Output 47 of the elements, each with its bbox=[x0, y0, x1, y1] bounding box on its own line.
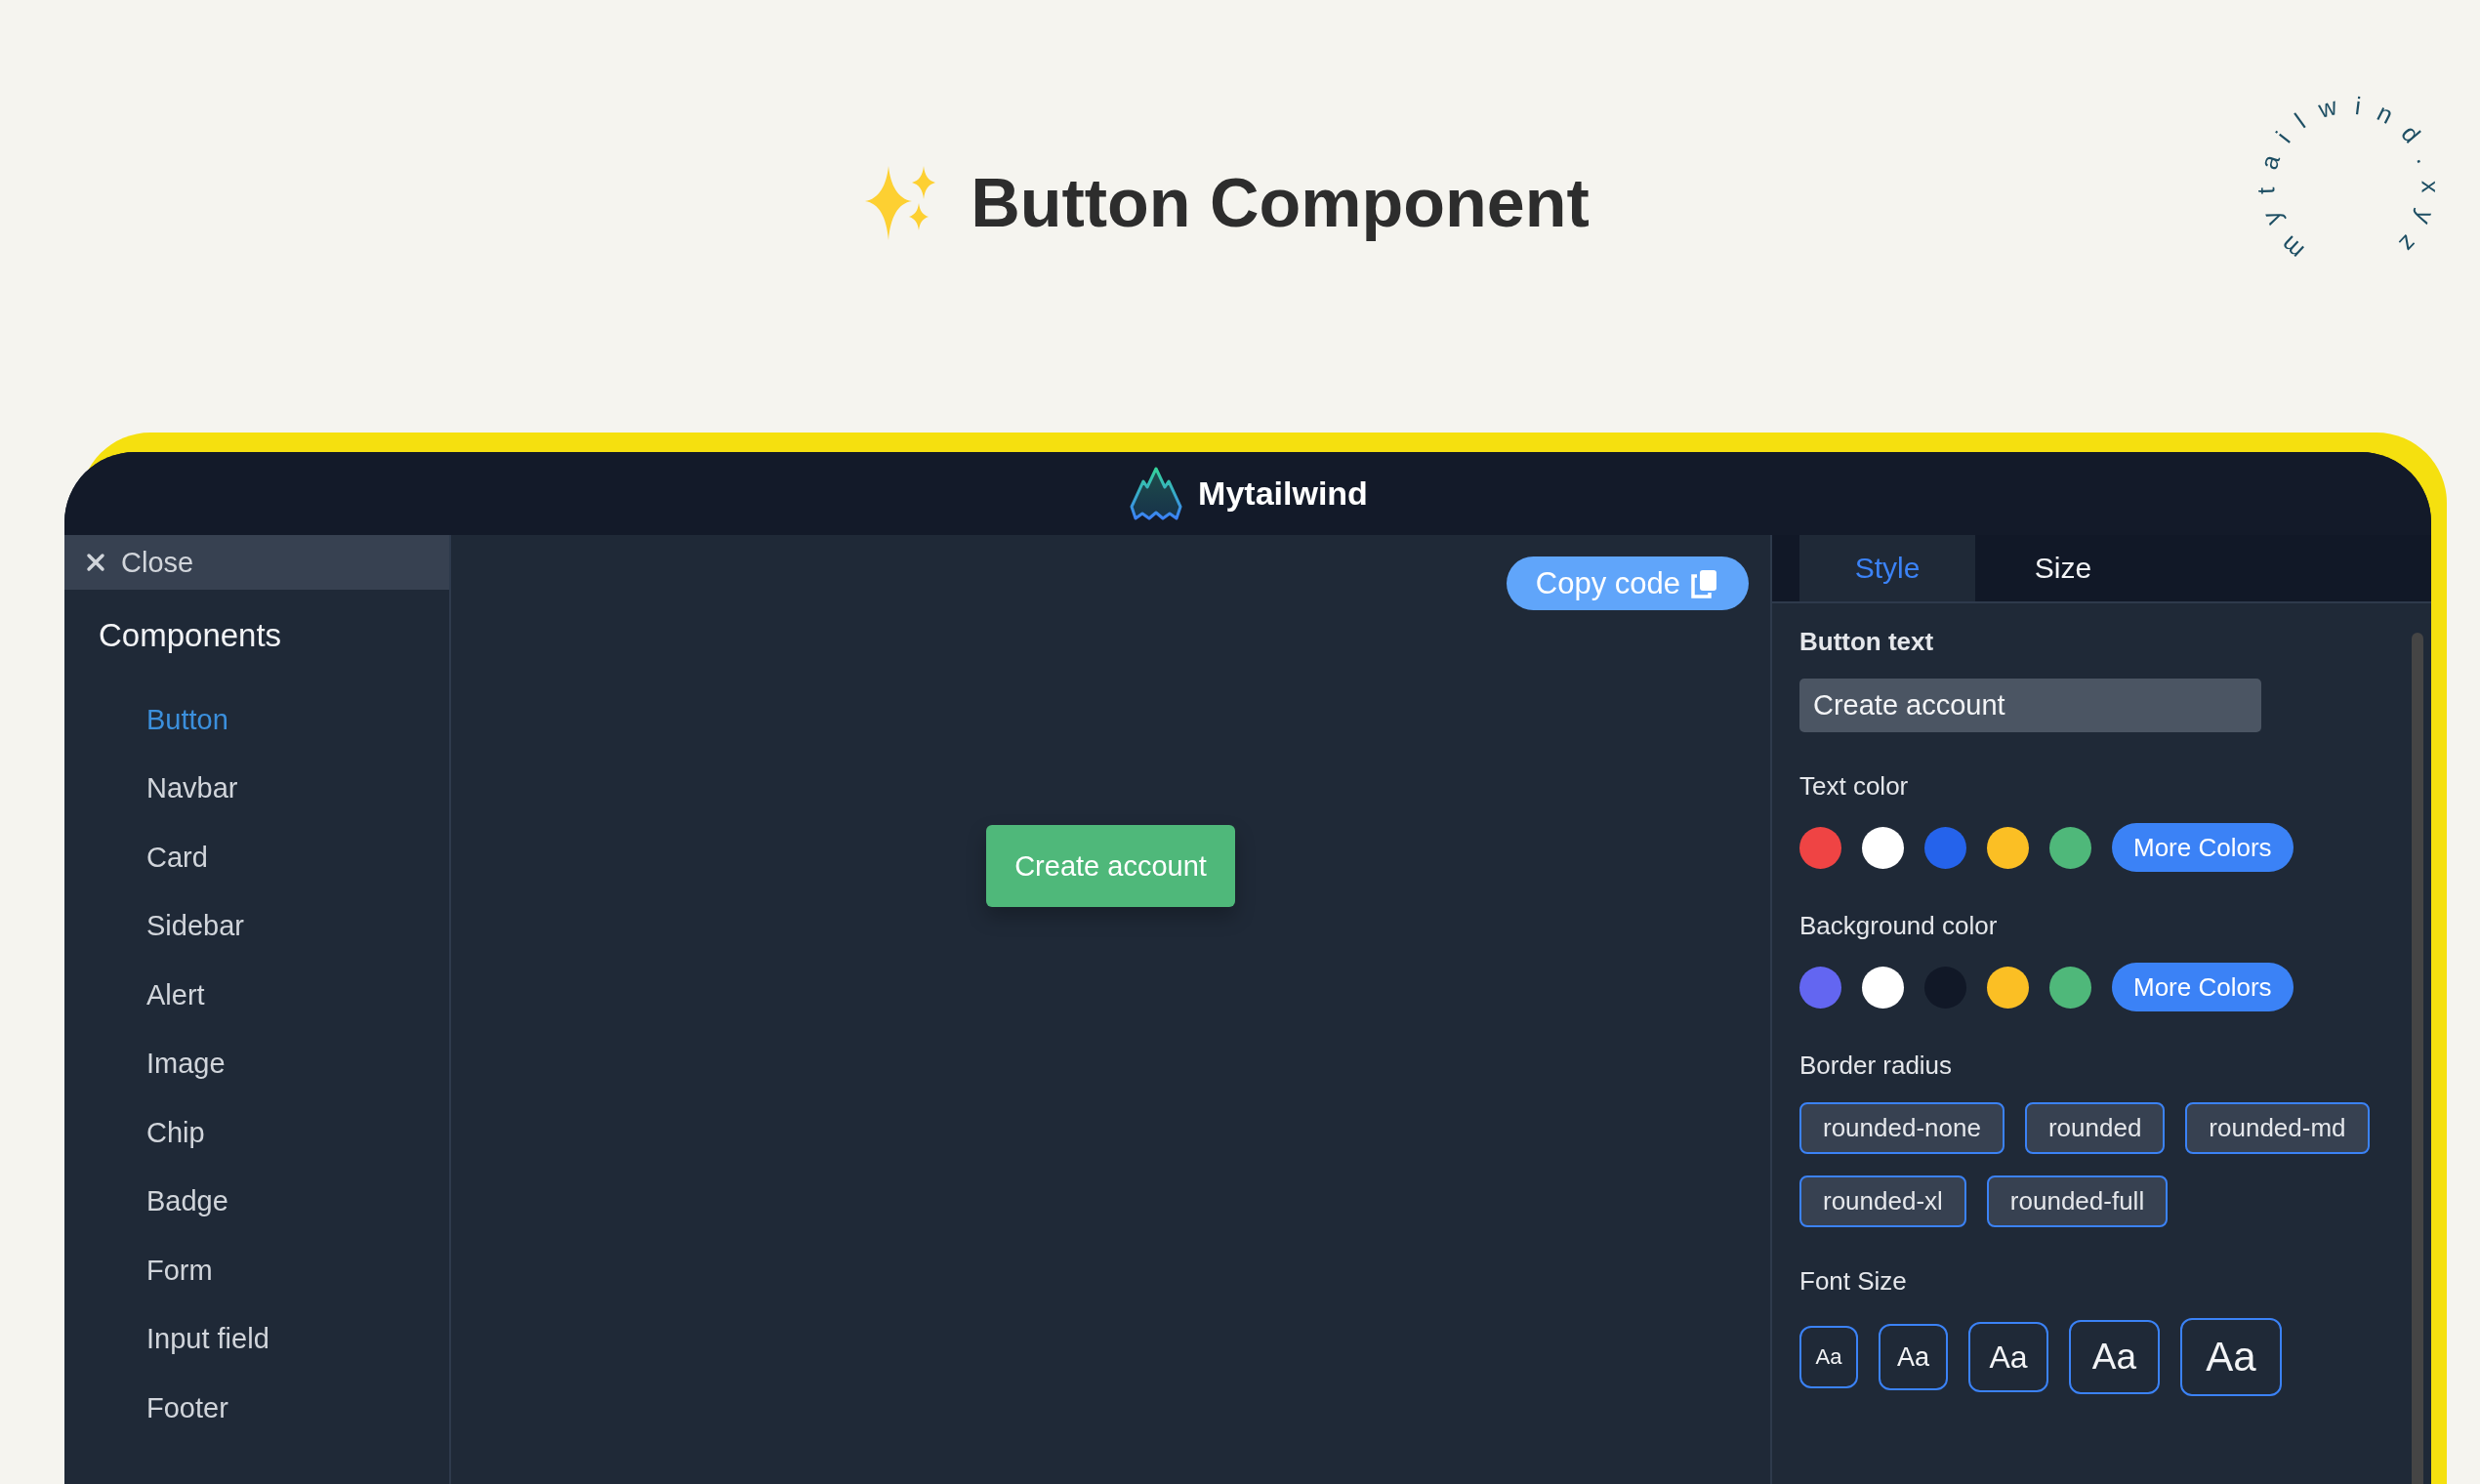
sidebar-item[interactable]: Image bbox=[146, 1029, 449, 1098]
font-size-option-button[interactable]: Aa bbox=[1968, 1322, 2048, 1392]
sidebar-item[interactable]: Sidebar bbox=[146, 891, 449, 961]
sidebar-item[interactable]: Chip bbox=[146, 1098, 449, 1168]
sidebar-item[interactable]: Button bbox=[146, 685, 449, 755]
field-label: Border radius bbox=[1799, 1051, 1954, 1081]
color-swatch[interactable] bbox=[1924, 826, 1966, 869]
button-text-input[interactable]: Create account bbox=[1799, 679, 2261, 732]
color-swatch[interactable] bbox=[1799, 826, 1841, 869]
more-colors-button[interactable]: More Colors bbox=[2112, 963, 2294, 1011]
sidebar-item[interactable]: Alert bbox=[146, 961, 449, 1030]
font-size-option-button[interactable]: Aa bbox=[2069, 1320, 2160, 1394]
radius-option-button[interactable]: rounded-md bbox=[2185, 1102, 2370, 1154]
brand-name: Mytailwind bbox=[1198, 474, 1368, 513]
field-label: Background color bbox=[1799, 911, 1999, 941]
field-label: Font Size bbox=[1799, 1266, 1908, 1297]
more-colors-button[interactable]: More Colors bbox=[2112, 823, 2294, 872]
field-label: Text color bbox=[1799, 771, 1910, 802]
font-size-option-button[interactable]: Aa bbox=[1879, 1324, 1948, 1390]
radius-option-button[interactable]: rounded-xl bbox=[1799, 1175, 1966, 1227]
font-size-option-button[interactable]: Aa bbox=[2180, 1318, 2282, 1396]
sidebar-item[interactable]: Footer bbox=[146, 1374, 449, 1443]
radius-option-button[interactable]: rounded-none bbox=[1799, 1102, 2005, 1154]
color-swatch[interactable] bbox=[1799, 966, 1841, 1009]
color-swatch[interactable] bbox=[1987, 966, 2029, 1009]
color-swatch[interactable] bbox=[1862, 826, 1904, 869]
radius-option-button[interactable]: rounded bbox=[2024, 1102, 2166, 1154]
sidebar-item[interactable]: Badge bbox=[146, 1167, 449, 1236]
color-swatch[interactable] bbox=[1987, 826, 2029, 869]
sidebar-item[interactable]: Form bbox=[146, 1236, 449, 1305]
sidebar-item[interactable]: Input field bbox=[146, 1304, 449, 1374]
color-swatch[interactable] bbox=[1862, 966, 1904, 1009]
font-size-option-button[interactable]: Aa bbox=[1799, 1326, 1858, 1388]
sidebar-item[interactable]: Card bbox=[146, 823, 449, 892]
sidebar-item[interactable]: Navbar bbox=[146, 754, 449, 823]
close-button[interactable]: Close bbox=[64, 535, 449, 590]
panel-tab[interactable]: Size bbox=[1975, 535, 2151, 601]
page-title: Button Component bbox=[971, 163, 1590, 242]
color-swatch[interactable] bbox=[2049, 966, 2091, 1009]
field-label: Button text bbox=[1799, 627, 1935, 657]
sidebar-heading: Components bbox=[99, 617, 282, 653]
panel-tab[interactable]: Style bbox=[1799, 535, 1975, 601]
scrollbar[interactable] bbox=[2412, 633, 2423, 1484]
copy-icon bbox=[1690, 567, 1719, 599]
close-icon bbox=[86, 553, 105, 572]
color-swatch[interactable] bbox=[2049, 826, 2091, 869]
radius-option-button[interactable]: rounded-full bbox=[1986, 1175, 2169, 1227]
